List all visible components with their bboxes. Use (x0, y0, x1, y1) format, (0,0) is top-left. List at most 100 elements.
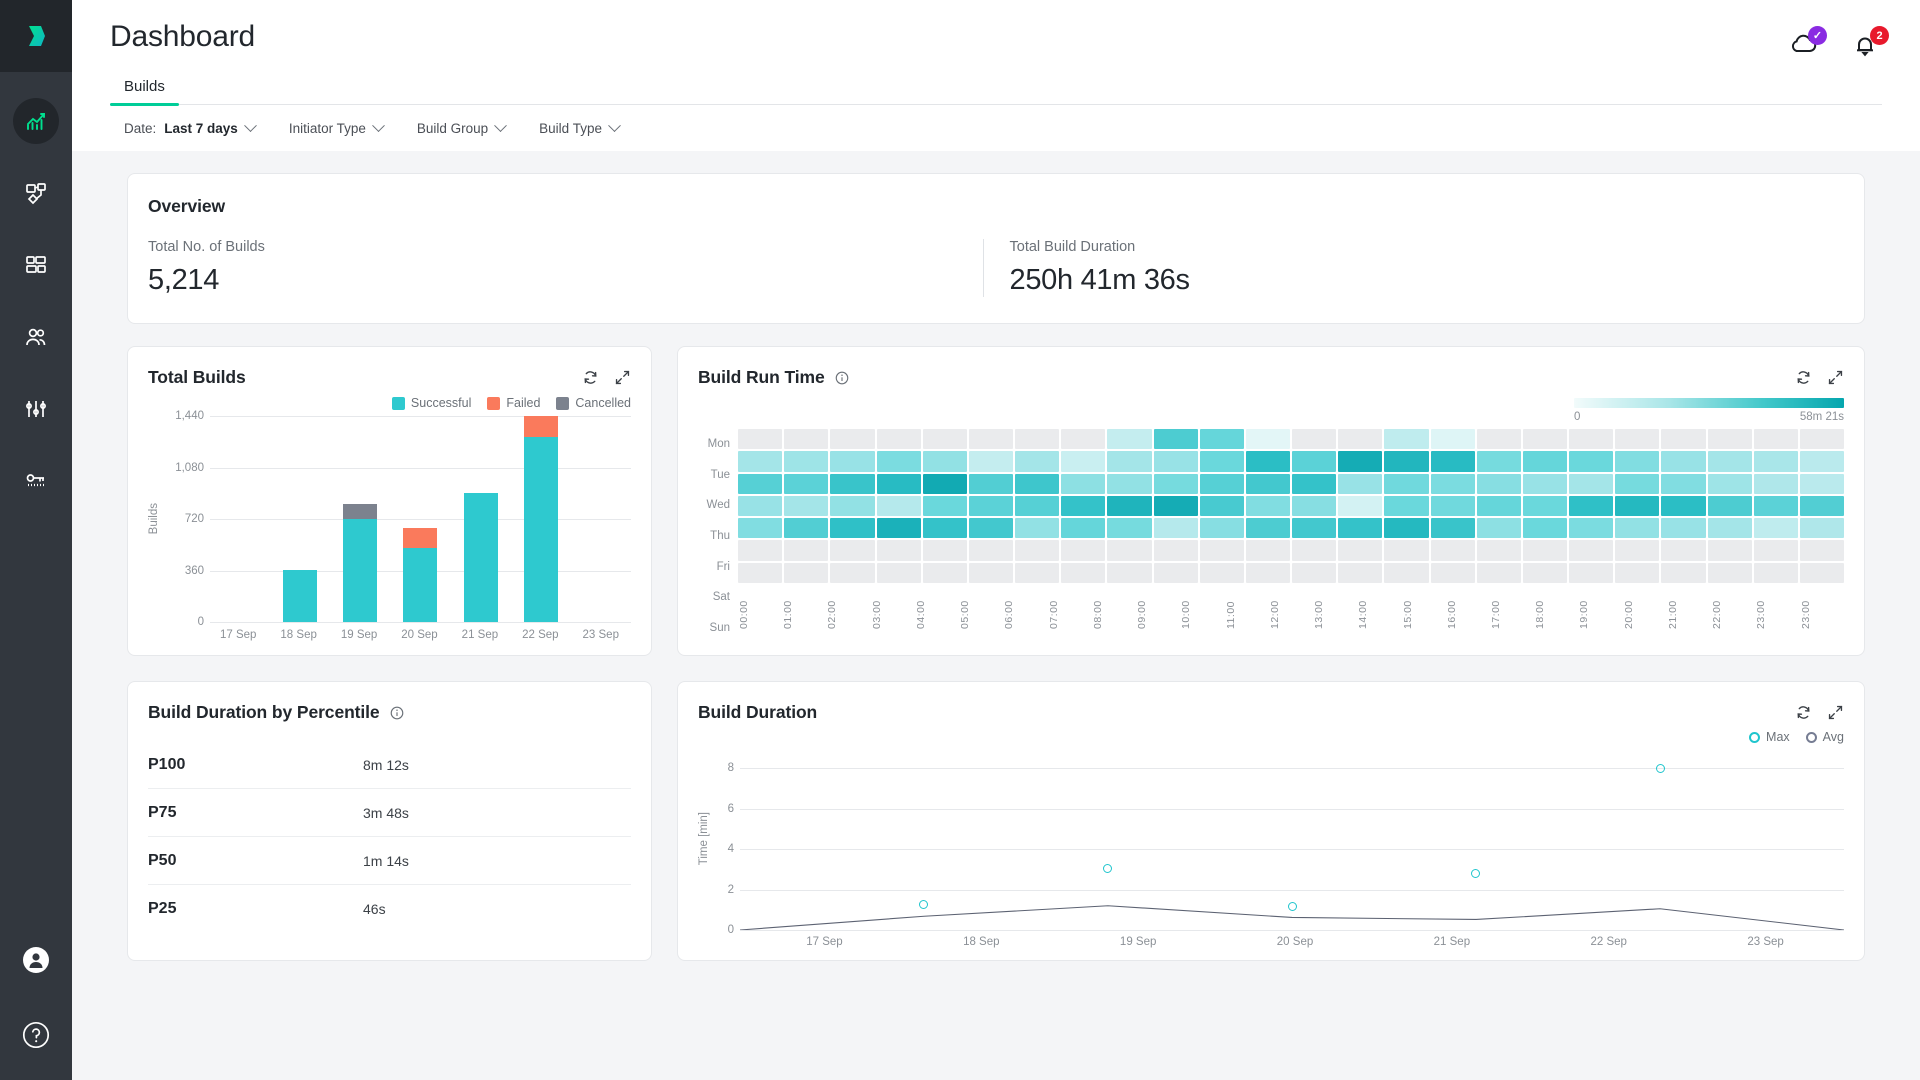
heatmap-cell[interactable] (738, 473, 783, 494)
heatmap-cell[interactable] (1384, 429, 1429, 450)
heatmap-cell[interactable] (1430, 451, 1475, 472)
bar-column[interactable] (511, 416, 571, 622)
info-icon[interactable] (835, 371, 849, 385)
heatmap-cell[interactable] (922, 518, 967, 539)
heatmap-cell[interactable] (1338, 495, 1383, 517)
heatmap-cell[interactable] (1338, 540, 1383, 561)
heatmap-cell[interactable] (738, 451, 783, 472)
refresh-icon[interactable] (581, 369, 599, 387)
heatmap-cell[interactable] (1153, 429, 1198, 450)
bar-column[interactable] (390, 416, 450, 622)
heatmap-cell[interactable] (1107, 562, 1152, 583)
heatmap-cell[interactable] (968, 473, 1014, 494)
heatmap-cell[interactable] (1753, 495, 1798, 517)
heatmap-cell[interactable] (1015, 540, 1060, 561)
heatmap-cell[interactable] (1245, 518, 1291, 539)
heatmap-cell[interactable] (1107, 540, 1152, 561)
filter-initiator-type[interactable]: Initiator Type (289, 119, 385, 136)
tab-builds[interactable]: Builds (110, 78, 179, 106)
heatmap-cell[interactable] (1107, 429, 1152, 450)
heatmap-cell[interactable] (1292, 429, 1337, 450)
heatmap-cell[interactable] (922, 562, 967, 583)
heatmap-cell[interactable] (968, 540, 1014, 561)
heatmap-cell[interactable] (1430, 429, 1475, 450)
expand-icon[interactable] (1826, 369, 1844, 387)
heatmap-cell[interactable] (1015, 473, 1060, 494)
heatmap-cell[interactable] (1338, 473, 1383, 494)
heatmap-cell[interactable] (1661, 562, 1706, 583)
heatmap-cell[interactable] (1245, 495, 1291, 517)
heatmap-cell[interactable] (1384, 473, 1429, 494)
heatmap-cell[interactable] (784, 518, 829, 539)
heatmap-cell[interactable] (1153, 495, 1198, 517)
heatmap-cell[interactable] (1661, 540, 1706, 561)
heatmap-cell[interactable] (1522, 518, 1568, 539)
heatmap-cell[interactable] (1061, 473, 1106, 494)
heatmap-cell[interactable] (1292, 451, 1337, 472)
heatmap-cell[interactable] (922, 451, 967, 472)
heatmap-cell[interactable] (1015, 518, 1060, 539)
bar-column[interactable] (330, 416, 390, 622)
heatmap-cell[interactable] (1799, 429, 1845, 450)
heatmap-cell[interactable] (738, 518, 783, 539)
heatmap-cell[interactable] (1615, 562, 1660, 583)
heatmap-cell[interactable] (1015, 562, 1060, 583)
heatmap-cell[interactable] (1292, 473, 1337, 494)
heatmap-cell[interactable] (830, 451, 875, 472)
heatmap-cell[interactable] (1245, 562, 1291, 583)
heatmap-cell[interactable] (1753, 473, 1798, 494)
heatmap-cell[interactable] (922, 495, 967, 517)
heatmap-cell[interactable] (1430, 518, 1475, 539)
heatmap-cell[interactable] (1153, 562, 1198, 583)
heatmap-cell[interactable] (830, 495, 875, 517)
heatmap-cell[interactable] (1153, 473, 1198, 494)
heatmap-cell[interactable] (1199, 429, 1244, 450)
heatmap-cell[interactable] (1015, 429, 1060, 450)
heatmap-cell[interactable] (968, 562, 1014, 583)
heatmap-cell[interactable] (1615, 451, 1660, 472)
heatmap-cell[interactable] (1245, 451, 1291, 472)
heatmap-cell[interactable] (1707, 473, 1752, 494)
heatmap-cell[interactable] (922, 540, 967, 561)
heatmap-cell[interactable] (784, 451, 829, 472)
heatmap-cell[interactable] (1292, 562, 1337, 583)
heatmap-cell[interactable] (876, 473, 921, 494)
heatmap-cell[interactable] (738, 495, 783, 517)
filter-build-type[interactable]: Build Type (539, 119, 621, 136)
heatmap-cell[interactable] (1199, 562, 1244, 583)
heatmap-cell[interactable] (1569, 562, 1614, 583)
heatmap-cell[interactable] (1384, 518, 1429, 539)
heatmap-cell[interactable] (1199, 473, 1244, 494)
sidebar-item-pipelines[interactable] (13, 170, 59, 216)
heatmap-cell[interactable] (876, 562, 921, 583)
heatmap-cell[interactable] (784, 429, 829, 450)
heatmap-cell[interactable] (1430, 562, 1475, 583)
heatmap-cell[interactable] (1569, 473, 1614, 494)
heatmap-cell[interactable] (1522, 540, 1568, 561)
sidebar-item-help[interactable] (22, 1021, 50, 1054)
heatmap-cell[interactable] (1430, 473, 1475, 494)
heatmap-cell[interactable] (784, 562, 829, 583)
heatmap-cell[interactable] (1153, 540, 1198, 561)
heatmap-cell[interactable] (784, 540, 829, 561)
heatmap-cell[interactable] (1522, 429, 1568, 450)
bar-column[interactable] (210, 416, 270, 622)
heatmap-cell[interactable] (1107, 451, 1152, 472)
heatmap-cell[interactable] (1615, 495, 1660, 517)
heatmap-cell[interactable] (876, 518, 921, 539)
heatmap-cell[interactable] (968, 451, 1014, 472)
heatmap-cell[interactable] (1569, 451, 1614, 472)
expand-icon[interactable] (613, 369, 631, 387)
heatmap-cell[interactable] (1061, 562, 1106, 583)
heatmap-cell[interactable] (1476, 518, 1521, 539)
heatmap-cell[interactable] (1661, 473, 1706, 494)
heatmap-cell[interactable] (1061, 518, 1106, 539)
heatmap-cell[interactable] (1753, 451, 1798, 472)
heatmap-cell[interactable] (1199, 540, 1244, 561)
heatmap-cell[interactable] (1522, 473, 1568, 494)
heatmap-cell[interactable] (1015, 495, 1060, 517)
heatmap-cell[interactable] (1615, 429, 1660, 450)
heatmap-cell[interactable] (1384, 495, 1429, 517)
heatmap-cell[interactable] (1799, 495, 1845, 517)
notifications-button[interactable]: 2 (1850, 26, 1889, 62)
